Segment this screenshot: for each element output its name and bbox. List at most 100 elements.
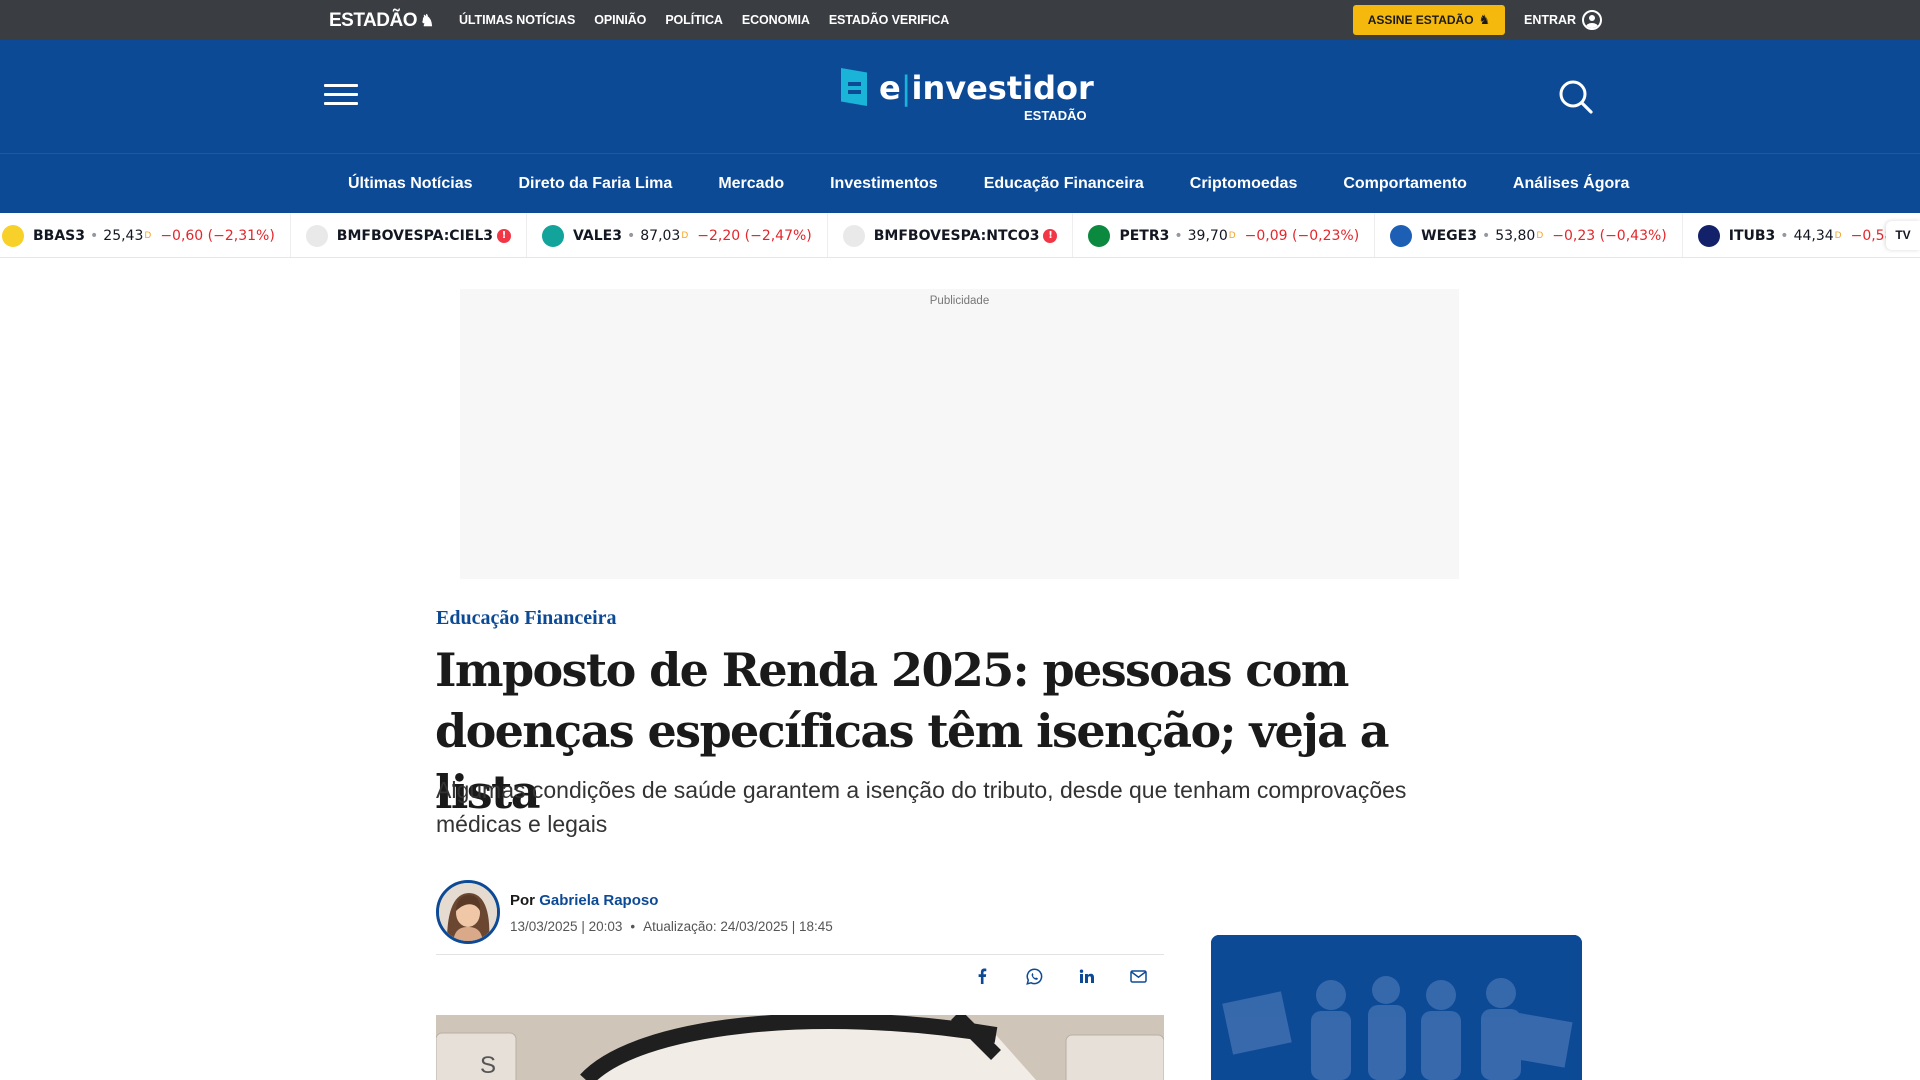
nav-educacao-financeira[interactable]: Educação Financeira — [984, 175, 1144, 193]
byline-divider — [436, 954, 1164, 955]
ad-label: Publicidade — [929, 295, 990, 307]
einvestidor-logo[interactable]: e|investidor ESTADÃO — [841, 68, 1094, 123]
top-link-ultimas-noticias[interactable]: ÚLTIMAS NOTÍCIAS — [459, 13, 575, 27]
magnifier-keyboard-photo: S — [436, 1015, 1164, 1080]
menu-button[interactable] — [324, 84, 358, 108]
nav-mercado[interactable]: Mercado — [718, 175, 784, 193]
ticker-symbol: PETR3 — [1119, 227, 1170, 244]
subscribe-button[interactable]: ASSINE ESTADÃO ♞ — [1353, 5, 1505, 35]
top-strip: ESTADÃO ♞ ÚLTIMAS NOTÍCIAS OPINIÃO POLÍTI… — [0, 0, 1920, 40]
menu-icon-line — [324, 102, 358, 105]
nav-comportamento[interactable]: Comportamento — [1343, 175, 1467, 193]
ticker-delay-flag: D — [1228, 230, 1236, 241]
ticker-delay-flag: D — [1536, 230, 1544, 241]
ticker-dot: • — [1481, 227, 1491, 244]
ticker-delay-flag: D — [681, 230, 689, 241]
ticker-item[interactable]: BBAS3 • 25,43 D −0,60 (−2,31%) — [0, 213, 291, 257]
ticker-change: −0,09 (−0,23%) — [1244, 227, 1360, 244]
tradingview-badge[interactable]: TV — [1886, 221, 1920, 250]
search-icon — [1559, 80, 1593, 114]
ad-slot: Publicidade — [460, 289, 1459, 579]
logo-bar: | — [900, 69, 912, 107]
top-link-estadao-verifica[interactable]: ESTADÃO VERIFICA — [829, 13, 950, 27]
logo-subtitle: ESTADÃO — [1024, 108, 1087, 123]
ticker-dot: • — [90, 227, 99, 244]
horse-rider-icon: ♞ — [419, 13, 434, 30]
whatsapp-icon — [1025, 967, 1042, 985]
nav-direto-da-faria-lima[interactable]: Direto da Faria Lima — [518, 175, 672, 193]
estadao-logo[interactable]: ESTADÃO ♞ — [329, 10, 434, 32]
author-line: Por Gabriela Raposo — [510, 892, 658, 909]
nav-criptomoedas[interactable]: Criptomoedas — [1190, 175, 1298, 193]
ticker-change: −2,20 (−2,47%) — [697, 227, 812, 244]
ticker-dot: • — [1780, 227, 1789, 244]
menu-icon — [324, 84, 358, 87]
placeholder-logo-icon — [842, 224, 865, 247]
ticker-delay-flag: D — [1834, 230, 1842, 241]
einvestidor-mark-icon — [841, 68, 867, 108]
logo-e: e — [879, 69, 901, 107]
ticker-price: 39,70 — [1187, 227, 1228, 244]
nav-ultimas-noticias[interactable]: Últimas Notícias — [348, 175, 472, 193]
ticker-item[interactable]: VALE3 • 87,03 D −2,20 (−2,47%) — [527, 213, 828, 257]
ticker-item[interactable]: ITUB3•44,34D−0,58 (−1,29%) — [1683, 213, 1920, 257]
ticker-dot: • — [626, 227, 636, 244]
ticker-change: −0,60 (−2,31%) — [160, 227, 275, 244]
published-date: 13/03/2025 | 20:03 — [510, 919, 623, 934]
search-button[interactable] — [1557, 78, 1595, 116]
user-icon — [1582, 10, 1603, 30]
sidebar-promo-card[interactable] — [1211, 935, 1582, 1080]
ticker-change: −0,23 (−0,43%) — [1552, 227, 1667, 244]
ticker-price: 87,03 — [640, 227, 681, 244]
horse-rider-icon: ♞ — [1478, 12, 1491, 27]
ticker-symbol: BBAS3 — [33, 227, 86, 244]
article-section-link[interactable]: Educação Financeira — [436, 607, 617, 630]
nav-investimentos[interactable]: Investimentos — [830, 175, 938, 193]
ticker-symbol: ITUB3 — [1728, 227, 1776, 244]
ticker-delay-flag: D — [144, 230, 152, 241]
vale-logo-icon — [542, 224, 565, 247]
article-subtitle: Algumas condições de saúde garantem a is… — [436, 777, 1407, 837]
login-button[interactable]: ENTRAR — [1524, 8, 1603, 32]
itau-logo-icon — [1697, 224, 1720, 247]
ticker-price: 44,34 — [1793, 227, 1834, 244]
stock-ticker: BBAS3 • 25,43 D −0,60 (−2,31%) BMFBOVESPA:CIE… — [0, 213, 1920, 258]
bb-logo-icon — [2, 224, 24, 247]
nav-analises-agora[interactable]: Análises Ágora — [1513, 175, 1629, 193]
share-email-button[interactable] — [1126, 964, 1150, 988]
date-separator: • — [630, 919, 636, 934]
facebook-icon — [978, 968, 987, 984]
ticker-dot: • — [1174, 227, 1183, 244]
top-link-politica[interactable]: POLÍTICA — [665, 13, 723, 27]
top-links: ÚLTIMAS NOTÍCIAS OPINIÃO POLÍTICA ECONOM… — [459, 0, 949, 40]
logo-word: investidor — [911, 69, 1094, 107]
logo-wordmark: e|investidor — [879, 68, 1094, 108]
ticker-price: 25,43 — [103, 227, 144, 244]
weg-logo-icon — [1390, 224, 1413, 247]
author-link[interactable]: Gabriela Raposo — [539, 892, 658, 909]
ticker-item[interactable]: BMFBOVESPA:CIEL3! — [291, 213, 528, 257]
top-link-opiniao[interactable]: OPINIÃO — [594, 13, 646, 27]
byline: Por Gabriela Raposo 13/03/2025 | 20:03 • A… — [436, 880, 1164, 954]
estadao-wordmark: ESTADÃO — [329, 10, 417, 31]
section-nav: Últimas Notícias Direto da Faria Lima Me… — [0, 153, 1920, 213]
share-linkedin-button[interactable] — [1074, 964, 1098, 988]
warning-icon: ! — [1043, 228, 1058, 243]
author-avatar[interactable] — [436, 880, 500, 944]
ticker-item[interactable]: PETR3 • 39,70 D −0,09 (−0,23%) — [1073, 213, 1376, 257]
share-whatsapp-button[interactable] — [1022, 964, 1046, 988]
warning-icon: ! — [497, 228, 512, 243]
share-facebook-button[interactable] — [970, 964, 994, 988]
by-prefix: Por — [510, 892, 536, 909]
email-icon — [1129, 969, 1147, 983]
petrobras-logo-icon — [1088, 224, 1111, 247]
author-photo-icon — [439, 883, 497, 941]
ticker-item[interactable]: BMFBOVESPA:NTCO3! — [828, 213, 1074, 257]
ticker-item[interactable]: WEGE3 • 53,80 D −0,23 (−0,43%) — [1375, 213, 1683, 257]
ticker-symbol: BMFBOVESPA:NTCO3 — [873, 227, 1040, 244]
article-hero-image: S — [436, 1015, 1164, 1080]
ticker-price: 53,80 — [1495, 227, 1536, 244]
top-link-economia[interactable]: ECONOMIA — [742, 13, 810, 27]
ticker-symbol: BMFBOVESPA:CIEL3 — [336, 227, 494, 244]
people-reading-illustration — [1211, 935, 1582, 1080]
